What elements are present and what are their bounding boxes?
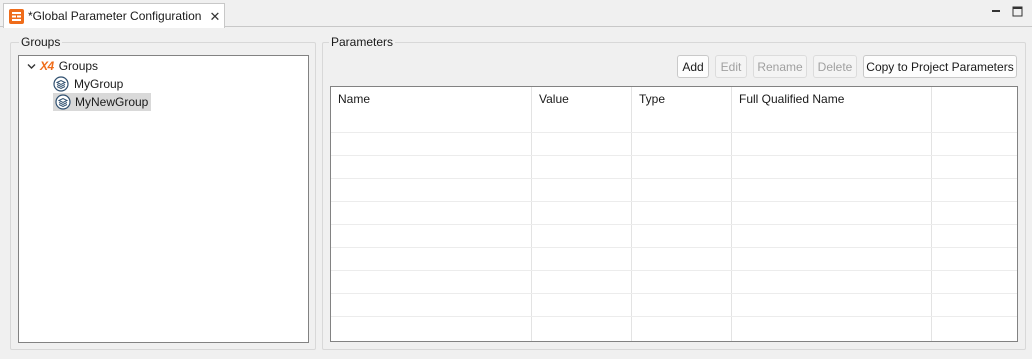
- delete-button[interactable]: Delete: [813, 55, 857, 78]
- parameter-config-icon: [9, 8, 24, 24]
- parameters-table[interactable]: Name Value Type Full Qualified Name: [330, 86, 1018, 342]
- row-divider: [331, 132, 1017, 133]
- row-divider: [331, 201, 1017, 202]
- stack-icon: [53, 93, 72, 111]
- column-header-name[interactable]: Name: [331, 87, 370, 111]
- rename-button[interactable]: Rename: [753, 55, 807, 78]
- column-header-full-qualified-name[interactable]: Full Qualified Name: [732, 87, 844, 111]
- row-divider: [331, 155, 1017, 156]
- chevron-down-icon[interactable]: [25, 62, 37, 71]
- parameters-label: Parameters: [329, 35, 396, 49]
- tab-title: *Global Parameter Configuration: [28, 9, 202, 23]
- stack-icon: [53, 76, 69, 92]
- copy-to-project-parameters-button[interactable]: Copy to Project Parameters: [863, 55, 1017, 78]
- column-divider: [531, 87, 532, 341]
- maximize-icon[interactable]: [1010, 4, 1024, 18]
- column-divider: [931, 87, 932, 341]
- groups-tree[interactable]: X4 Groups MyGroup MyNewGroup: [18, 55, 309, 343]
- row-divider: [331, 178, 1017, 179]
- groups-label: Groups: [19, 35, 63, 49]
- editor-tab-bar: *Global Parameter Configuration ✕: [0, 0, 1032, 28]
- row-divider: [331, 270, 1017, 271]
- tree-item-mygroup[interactable]: MyGroup: [53, 75, 126, 93]
- row-divider: [331, 224, 1017, 225]
- tree-item-groups-root[interactable]: X4 Groups: [25, 57, 101, 75]
- row-divider: [331, 316, 1017, 317]
- column-divider: [631, 87, 632, 341]
- column-header-type[interactable]: Type: [632, 87, 665, 111]
- tree-item-label: Groups: [58, 59, 99, 73]
- add-button[interactable]: Add: [677, 55, 709, 78]
- tree-item-mynewgroup[interactable]: MyNewGroup: [53, 93, 152, 111]
- editor-tab[interactable]: *Global Parameter Configuration ✕: [3, 3, 225, 28]
- column-divider: [731, 87, 732, 341]
- close-icon[interactable]: ✕: [209, 10, 220, 23]
- x4-logo-icon: X4: [40, 59, 54, 73]
- column-header-value[interactable]: Value: [532, 87, 569, 111]
- row-divider: [331, 293, 1017, 294]
- row-divider: [331, 247, 1017, 248]
- edit-button[interactable]: Edit: [715, 55, 747, 78]
- tree-item-label: MyNewGroup: [72, 93, 152, 111]
- tree-item-label: MyGroup: [74, 77, 124, 91]
- minimize-icon[interactable]: [989, 4, 1003, 18]
